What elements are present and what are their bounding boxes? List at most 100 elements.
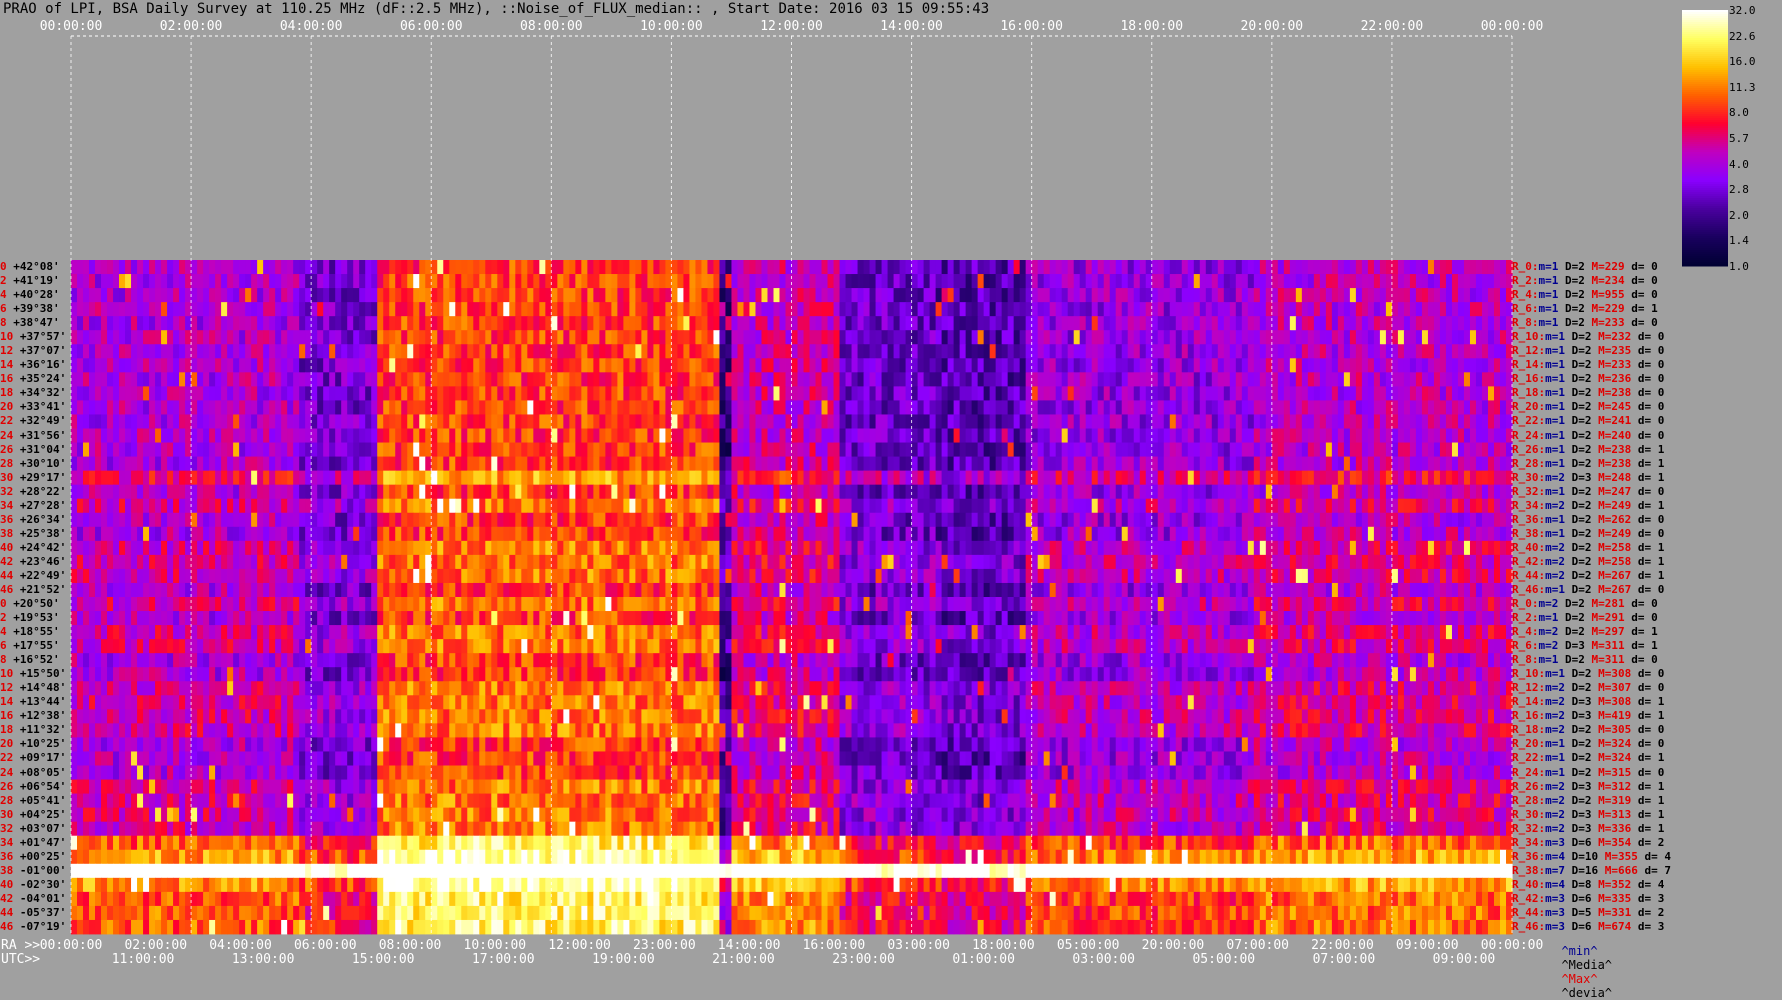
heatmap-cell (797, 498, 805, 514)
heatmap-cell (851, 484, 859, 500)
heatmap-cell (797, 330, 805, 345)
heatmap-cell (1403, 344, 1411, 359)
heatmap-cell (815, 316, 823, 331)
heatmap-cell (797, 526, 805, 542)
heatmap-cell (515, 358, 522, 373)
heatmap-cell (935, 386, 943, 401)
heatmap-cell (1469, 484, 1477, 500)
heatmap-cell (1217, 400, 1225, 415)
heatmap-cell (563, 484, 570, 500)
heatmap-cell (1319, 512, 1327, 528)
heatmap-cell (593, 302, 600, 317)
heatmap-cell (1079, 456, 1087, 472)
heatmap-cell (1259, 302, 1267, 317)
heatmap-cell (1235, 414, 1243, 429)
heatmap-cell (773, 512, 781, 528)
heatmap-cell (689, 274, 697, 289)
heatmap-cell (497, 316, 504, 331)
heatmap-cell (353, 330, 360, 345)
heatmap-cell (629, 498, 636, 514)
heatmap-cell (1085, 302, 1093, 317)
heatmap-cell (1289, 344, 1297, 359)
heatmap-cell (1283, 358, 1291, 373)
heatmap-cell (1493, 372, 1501, 387)
heatmap-cell (383, 414, 390, 429)
heatmap-cell (1163, 442, 1171, 457)
heatmap-cell (329, 498, 336, 514)
heatmap-cell (509, 498, 516, 514)
heatmap-cell (1319, 400, 1327, 415)
heatmap-cell (221, 330, 228, 345)
heatmap-cell (1067, 260, 1075, 275)
heatmap-cell (443, 484, 450, 500)
heatmap-cell (761, 344, 769, 359)
heatmap-cell (1433, 344, 1441, 359)
heatmap-cell (995, 288, 1003, 303)
heatmap-cell (695, 358, 703, 373)
heatmap-cell (713, 344, 721, 359)
heatmap-cell (593, 512, 600, 528)
heatmap-cell (1487, 400, 1495, 415)
heatmap-cell (155, 484, 162, 500)
heatmap-cell (731, 498, 739, 514)
heatmap-cell (737, 302, 745, 317)
heatmap-cell (899, 316, 907, 331)
heatmap-cell (287, 316, 294, 331)
heatmap-cell (1289, 498, 1297, 514)
heatmap-cell (665, 512, 673, 528)
heatmap-cell (1241, 288, 1249, 303)
heatmap-cell (1211, 456, 1219, 472)
heatmap-cell (569, 540, 576, 556)
heatmap-cell (467, 498, 474, 514)
heatmap-cell (377, 442, 384, 457)
heatmap-cell (1259, 400, 1267, 415)
heatmap-cell (719, 386, 727, 401)
heatmap-cell (1163, 540, 1171, 556)
heatmap-cell (1397, 386, 1405, 401)
heatmap-cell (323, 288, 330, 303)
heatmap-cell (1313, 456, 1321, 472)
heatmap-cell (923, 512, 931, 528)
heatmap-cell (533, 302, 540, 317)
heatmap-cell (1427, 442, 1435, 457)
heatmap-cell (1049, 456, 1057, 472)
heatmap-cell (1457, 274, 1465, 289)
heatmap-cell (1013, 484, 1021, 500)
heatmap-cell (179, 498, 186, 514)
heatmap-cell (1157, 484, 1165, 500)
heatmap-cell (1181, 288, 1189, 303)
heatmap-cell (1151, 260, 1159, 275)
heatmap-cell (251, 442, 258, 457)
heatmap-cell (869, 288, 877, 303)
heatmap-cell (131, 400, 138, 415)
heatmap-cell (173, 442, 180, 457)
heatmap-cell (659, 540, 667, 556)
heatmap-cell (335, 498, 342, 514)
heatmap-cell (1277, 344, 1285, 359)
heatmap-cell (605, 288, 612, 303)
heatmap-cell (407, 400, 414, 415)
heatmap-cell (959, 540, 967, 556)
heatmap-cell (1169, 512, 1177, 528)
heatmap-cell (215, 540, 222, 556)
heatmap-cell (1283, 274, 1291, 289)
heatmap-cell (1205, 428, 1213, 443)
heatmap-cell (101, 344, 108, 359)
heatmap-cell (521, 512, 528, 528)
heatmap-cell (737, 456, 745, 472)
heatmap-cell (443, 260, 450, 275)
heatmap-cell (1115, 344, 1123, 359)
heatmap-cell (1349, 526, 1357, 542)
heatmap-cell (245, 302, 252, 317)
heatmap-cell (1367, 358, 1375, 373)
heatmap-cell (1379, 442, 1387, 457)
heatmap-cell (377, 358, 384, 373)
heatmap-cell (1001, 414, 1009, 429)
heatmap-cell (635, 316, 642, 331)
heatmap-cell (1139, 358, 1147, 373)
heatmap-cell (509, 456, 516, 472)
heatmap-cell (1133, 484, 1141, 500)
heatmap-cell (557, 540, 564, 556)
heatmap-cell (653, 344, 660, 359)
heatmap-cell (215, 414, 222, 429)
